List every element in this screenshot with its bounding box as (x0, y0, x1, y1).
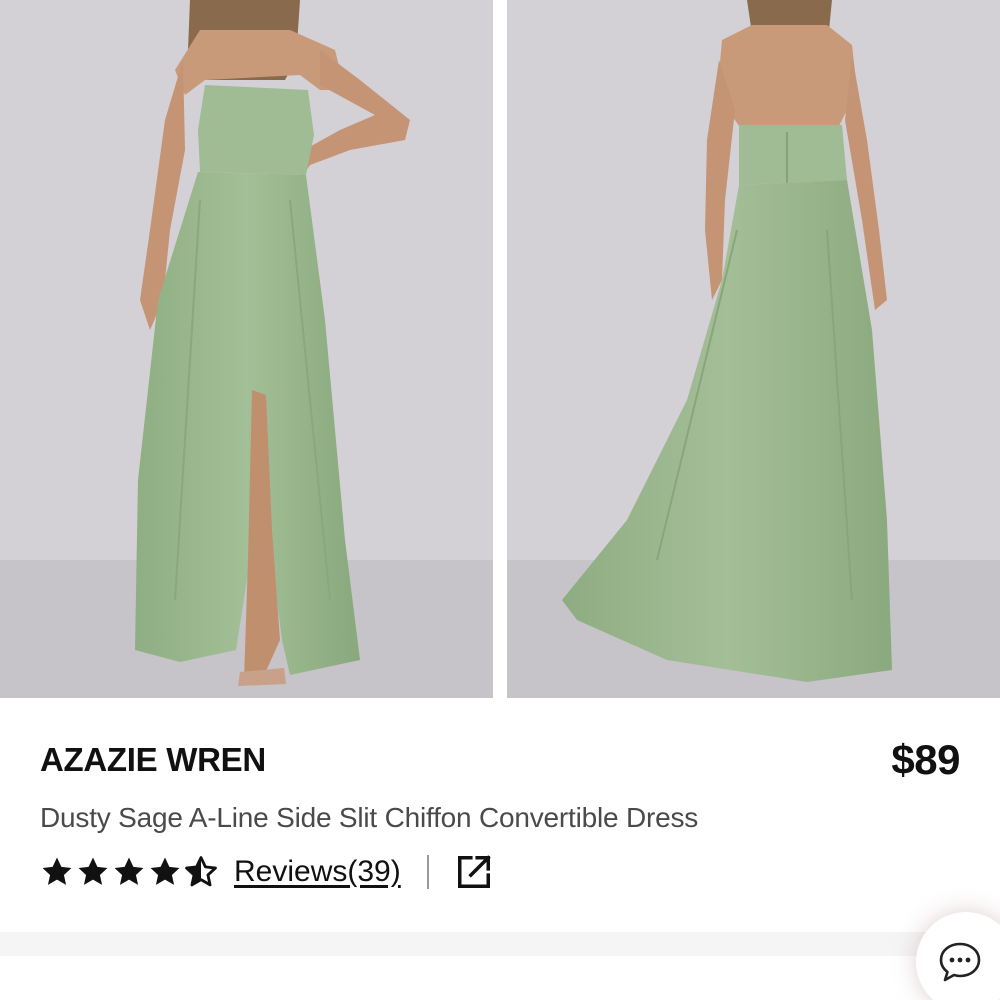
product-image-front[interactable] (0, 0, 493, 698)
star-icon (114, 857, 144, 885)
product-info: AZAZIE WREN $89 Dusty Sage A-Line Side S… (0, 698, 1000, 1000)
product-brand: AZAZIE WREN (40, 741, 266, 778)
reviews-link[interactable]: Reviews(39) (234, 855, 401, 889)
chat-button[interactable] (916, 912, 1000, 1000)
product-name: Dusty Sage A-Line Side Slit Chiffon Conv… (40, 802, 699, 833)
product-gallery (0, 0, 1000, 698)
external-link-icon[interactable] (455, 853, 493, 891)
star-rating (40, 855, 218, 889)
back-view-illustration (507, 0, 1000, 698)
divider (426, 855, 429, 889)
front-view-illustration (0, 0, 493, 698)
chat-icon (939, 942, 981, 982)
star-half-icon (185, 856, 217, 887)
rating-row: Reviews(39) (40, 850, 493, 894)
star-icon (42, 857, 72, 885)
product-image-back[interactable] (507, 0, 1000, 698)
product-price: $89 (891, 736, 960, 783)
star-icon (150, 857, 180, 885)
section-divider-band (0, 932, 1000, 956)
star-icon (78, 857, 108, 885)
